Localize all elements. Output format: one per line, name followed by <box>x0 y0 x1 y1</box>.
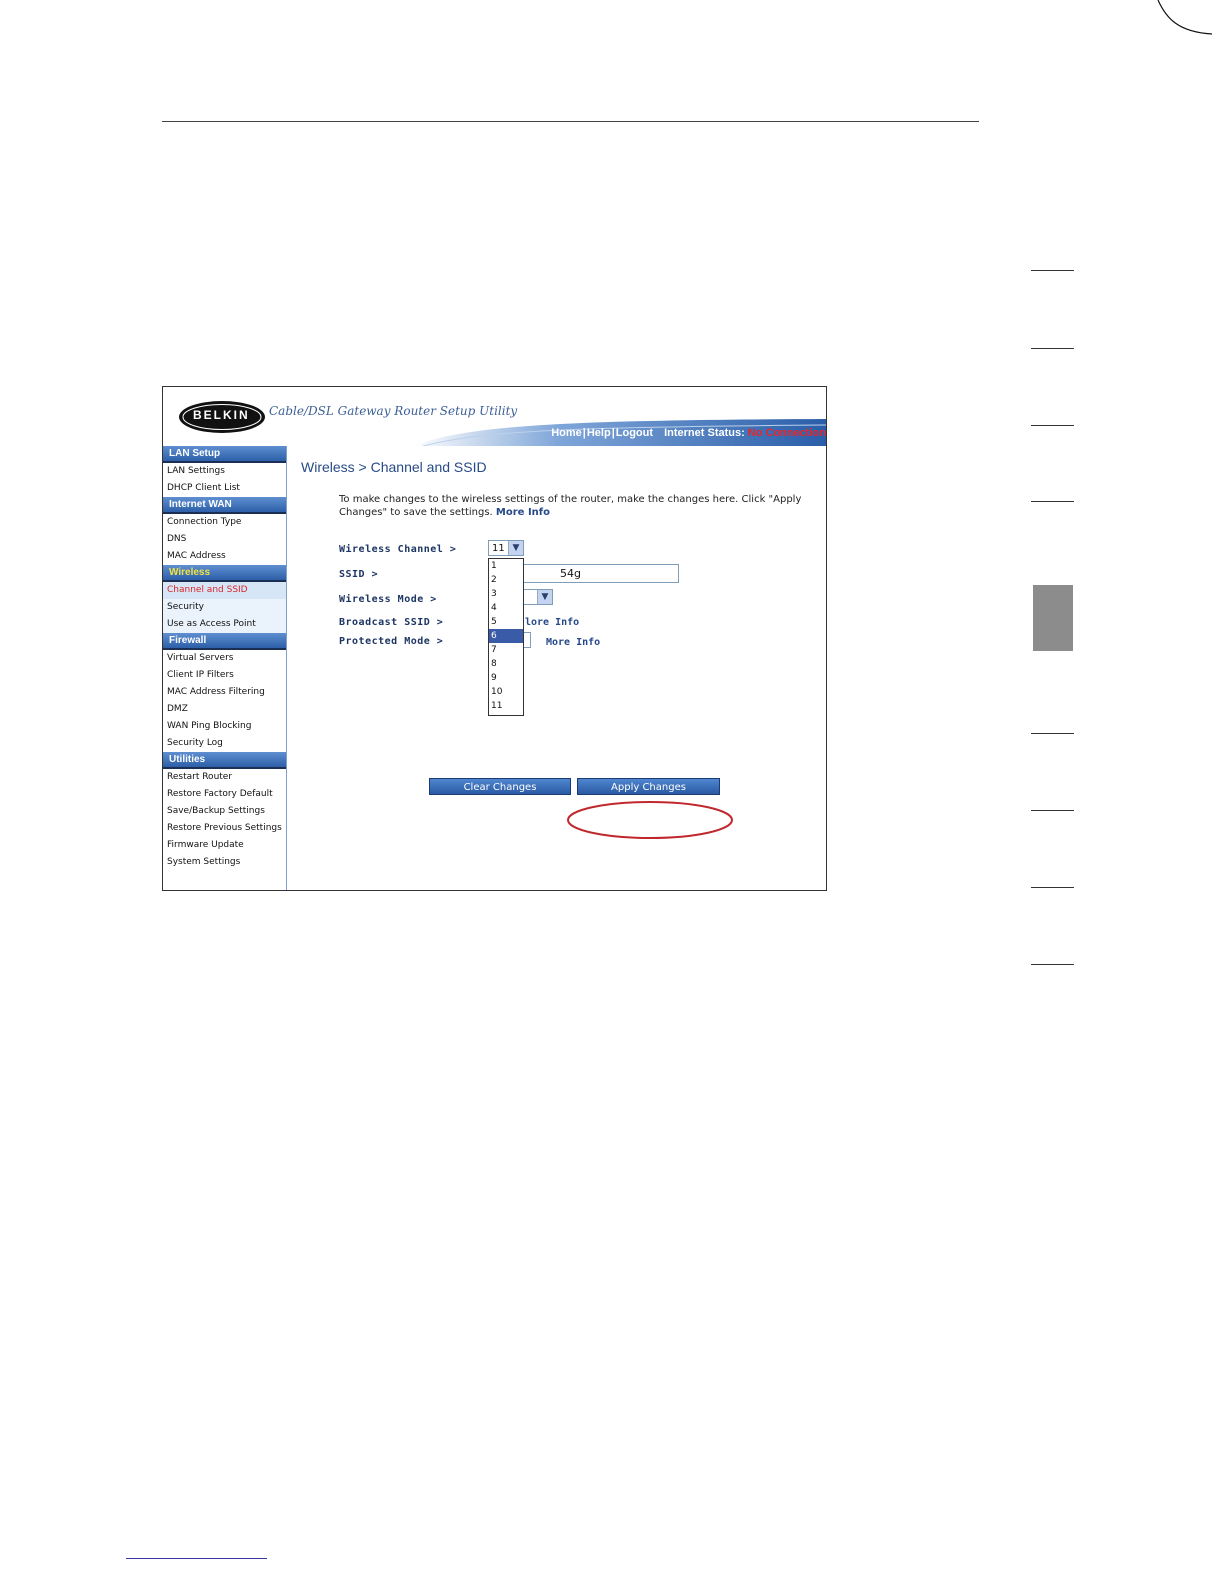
sidebar-item-lan-settings[interactable]: LAN Settings <box>163 463 286 480</box>
channel-option[interactable]: 5 <box>489 615 523 629</box>
section-tick <box>1031 733 1074 734</box>
home-link[interactable]: Home <box>551 427 582 439</box>
internet-status-value: No Connection <box>747 427 826 439</box>
protected-mode-more-info-link[interactable]: More Info <box>546 637 600 648</box>
app-tagline: Cable/DSL Gateway Router Setup Utility <box>269 404 518 418</box>
wireless-mode-label: Wireless Mode > <box>339 594 437 605</box>
top-rule <box>162 121 979 122</box>
channel-option[interactable]: 4 <box>489 601 523 615</box>
sidebar-section-internet-wan[interactable]: Internet WAN <box>163 497 286 514</box>
sidebar-item-connection-type[interactable]: Connection Type <box>163 514 286 531</box>
section-tick <box>1031 810 1074 811</box>
sidebar-item-system-settings[interactable]: System Settings <box>163 854 286 871</box>
channel-option[interactable]: 11 <box>489 699 523 713</box>
section-tick <box>1031 270 1074 271</box>
logout-link[interactable]: Logout <box>616 427 653 439</box>
sidebar-item-dns[interactable]: DNS <box>163 531 286 548</box>
sidebar-item-wan-ping-blocking[interactable]: WAN Ping Blocking <box>163 718 286 735</box>
ssid-label: SSID > <box>339 569 379 580</box>
help-link[interactable]: Help <box>587 427 611 439</box>
sidebar-section-lan-setup[interactable]: LAN Setup <box>163 446 286 463</box>
apply-highlight-ellipse <box>567 801 733 839</box>
sidebar-item-mac-address[interactable]: MAC Address <box>163 548 286 565</box>
sidebar-item-virtual-servers[interactable]: Virtual Servers <box>163 650 286 667</box>
belkin-logo: BELKIN <box>193 408 250 422</box>
nav-separator: | <box>582 427 586 439</box>
page-title: Wireless > Channel and SSID <box>301 459 487 475</box>
broadcast-ssid-more-info-link[interactable]: lore Info <box>525 617 579 628</box>
header-banner: BELKIN Cable/DSL Gateway Router Setup Ut… <box>163 387 826 446</box>
section-tick <box>1031 348 1074 349</box>
channel-option[interactable]: 8 <box>489 657 523 671</box>
protected-mode-label: Protected Mode > <box>339 636 444 647</box>
channel-dropdown-list: 1 2 3 4 5 6 7 8 9 10 11 <box>488 558 524 716</box>
sidebar-nav: LAN Setup LAN Settings DHCP Client List … <box>163 446 287 890</box>
ssid-input[interactable]: 54g <box>523 564 679 583</box>
sidebar-item-firmware-update[interactable]: Firmware Update <box>163 837 286 854</box>
channel-option[interactable]: 2 <box>489 573 523 587</box>
ssid-value: 54g <box>560 567 581 580</box>
chevron-down-icon[interactable]: ▼ <box>537 590 552 604</box>
channel-option[interactable]: 9 <box>489 671 523 685</box>
section-tick <box>1031 964 1074 965</box>
intro-body: To make changes to the wireless settings… <box>339 494 802 518</box>
intro-text: To make changes to the wireless settings… <box>339 493 817 519</box>
sidebar-item-restart-router[interactable]: Restart Router <box>163 769 286 786</box>
wireless-channel-label: Wireless Channel > <box>339 544 457 555</box>
sidebar-section-utilities[interactable]: Utilities <box>163 752 286 769</box>
sidebar-item-security-log[interactable]: Security Log <box>163 735 286 752</box>
sidebar-item-save-backup-settings[interactable]: Save/Backup Settings <box>163 803 286 820</box>
section-tick <box>1031 425 1074 426</box>
sidebar-item-restore-previous-settings[interactable]: Restore Previous Settings <box>163 820 286 837</box>
channel-option-highlighted[interactable]: 6 <box>489 629 523 643</box>
sidebar-item-dhcp-client-list[interactable]: DHCP Client List <box>163 480 286 497</box>
sidebar-item-use-as-access-point[interactable]: Use as Access Point <box>163 616 286 633</box>
wireless-channel-value: 11 <box>492 543 505 554</box>
sidebar-section-wireless[interactable]: Wireless <box>163 565 286 582</box>
footer-rule <box>126 1558 267 1559</box>
channel-option[interactable]: 10 <box>489 685 523 699</box>
sidebar-item-client-ip-filters[interactable]: Client IP Filters <box>163 667 286 684</box>
channel-option[interactable]: 3 <box>489 587 523 601</box>
internet-status-label: Internet Status: <box>664 427 745 439</box>
intro-more-info-link[interactable]: More Info <box>496 507 550 518</box>
sidebar-item-dmz[interactable]: DMZ <box>163 701 286 718</box>
chevron-down-icon[interactable]: ▼ <box>508 541 523 555</box>
sidebar-item-restore-factory-default[interactable]: Restore Factory Default <box>163 786 286 803</box>
clear-changes-button[interactable]: Clear Changes <box>429 778 571 795</box>
section-tick <box>1031 501 1074 502</box>
nav-separator: | <box>611 427 615 439</box>
section-tab-active <box>1033 585 1073 651</box>
protected-mode-select[interactable] <box>523 632 531 648</box>
sidebar-section-firewall[interactable]: Firewall <box>163 633 286 650</box>
apply-changes-button[interactable]: Apply Changes <box>577 778 720 795</box>
top-navigation: Home|Help|Logout Internet Status: No Conn… <box>551 427 826 443</box>
main-content: Wireless > Channel and SSID To make chan… <box>287 446 826 890</box>
channel-option[interactable]: 7 <box>489 643 523 657</box>
router-setup-screenshot: BELKIN Cable/DSL Gateway Router Setup Ut… <box>162 386 827 891</box>
wireless-mode-select[interactable]: ▼ <box>523 589 553 605</box>
page-corner-curve <box>1157 0 1213 35</box>
sidebar-item-security[interactable]: Security <box>163 599 286 616</box>
wireless-channel-select[interactable]: 11 ▼ <box>488 540 524 556</box>
section-tick <box>1031 887 1074 888</box>
channel-option[interactable]: 1 <box>489 559 523 573</box>
sidebar-item-mac-address-filtering[interactable]: MAC Address Filtering <box>163 684 286 701</box>
broadcast-ssid-label: Broadcast SSID > <box>339 617 444 628</box>
sidebar-item-channel-and-ssid[interactable]: Channel and SSID <box>163 582 286 599</box>
